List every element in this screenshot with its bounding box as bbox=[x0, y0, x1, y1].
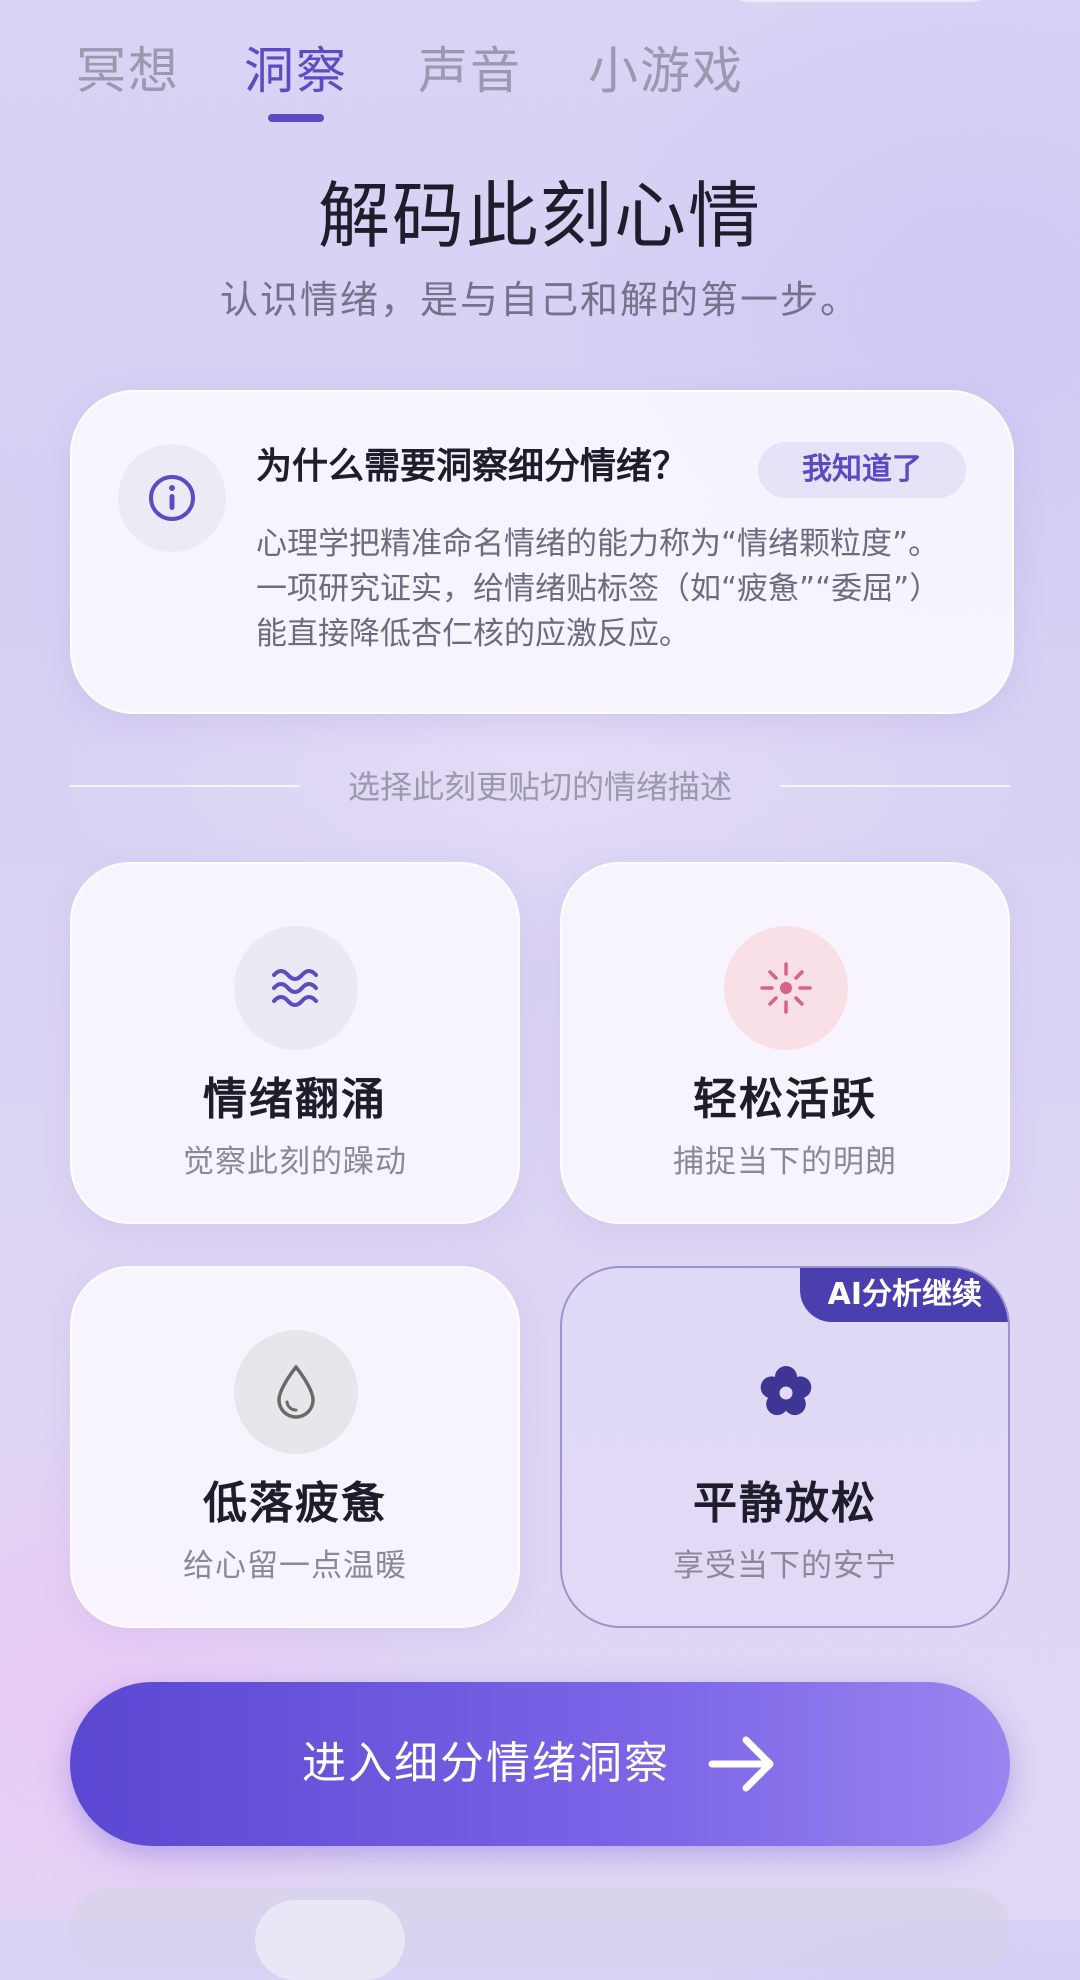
info-icon bbox=[118, 444, 226, 552]
info-card: 为什么需要洞察细分情绪？ 我知道了 心理学把精准命名情绪的能力称为“情绪颗粒度”… bbox=[70, 390, 1014, 714]
mood-subtitle: 享受当下的安宁 bbox=[673, 1548, 897, 1584]
top-handle bbox=[720, 0, 1000, 2]
mood-card-surging[interactable]: 情绪翻涌 觉察此刻的躁动 bbox=[70, 862, 520, 1224]
mood-card-calm[interactable]: AI分析继续 平静放松 享受当下的安宁 bbox=[560, 1266, 1010, 1628]
mood-subtitle: 给心留一点温暖 bbox=[183, 1548, 407, 1584]
enter-insight-button[interactable]: 进入细分情绪洞察 bbox=[70, 1682, 1010, 1846]
mood-subtitle: 觉察此刻的躁动 bbox=[183, 1144, 407, 1180]
active-tab-indicator bbox=[268, 114, 324, 122]
droplet-icon bbox=[234, 1330, 358, 1454]
arrow-right-icon bbox=[706, 1734, 778, 1798]
tab-sound[interactable]: 声音 bbox=[418, 36, 522, 106]
flower-icon bbox=[724, 1330, 848, 1454]
cta-label: 进入细分情绪洞察 bbox=[302, 1738, 670, 1789]
mood-title: 情绪翻涌 bbox=[203, 1074, 387, 1125]
ai-analysis-tag: AI分析继续 bbox=[799, 1268, 1008, 1322]
mood-title: 平静放松 bbox=[693, 1478, 877, 1529]
info-body: 心理学把精准命名情绪的能力称为“情绪颗粒度”。一项研究证实，给情绪贴标签（如“疲… bbox=[256, 526, 941, 652]
sparkle-icon bbox=[724, 926, 848, 1050]
page-subtitle: 认识情绪，是与自己和解的第一步。 bbox=[219, 278, 860, 322]
tab-bar: 冥想 洞察 声音 小游戏 bbox=[0, 36, 1080, 136]
next-section-icon-placeholder bbox=[255, 1900, 405, 1980]
mood-title: 轻松活跃 bbox=[693, 1074, 877, 1125]
waves-icon bbox=[234, 926, 358, 1050]
mood-card-lively[interactable]: 轻松活跃 捕捉当下的明朗 bbox=[560, 862, 1010, 1224]
mood-title: 低落疲惫 bbox=[203, 1478, 387, 1529]
mood-card-low[interactable]: 低落疲惫 给心留一点温暖 bbox=[70, 1266, 520, 1628]
tab-minigame[interactable]: 小游戏 bbox=[588, 36, 744, 106]
tab-meditation[interactable]: 冥想 bbox=[76, 36, 180, 106]
section-hint: 选择此刻更贴切的情绪描述 bbox=[347, 768, 732, 806]
info-title: 为什么需要洞察细分情绪？ bbox=[256, 446, 689, 487]
next-section-preview bbox=[70, 1888, 1010, 1968]
acknowledge-button[interactable]: 我知道了 bbox=[758, 442, 966, 498]
tab-insight[interactable]: 洞察 bbox=[244, 36, 348, 106]
mood-subtitle: 捕捉当下的明朗 bbox=[673, 1144, 897, 1180]
page-title: 解码此刻心情 bbox=[317, 174, 762, 258]
